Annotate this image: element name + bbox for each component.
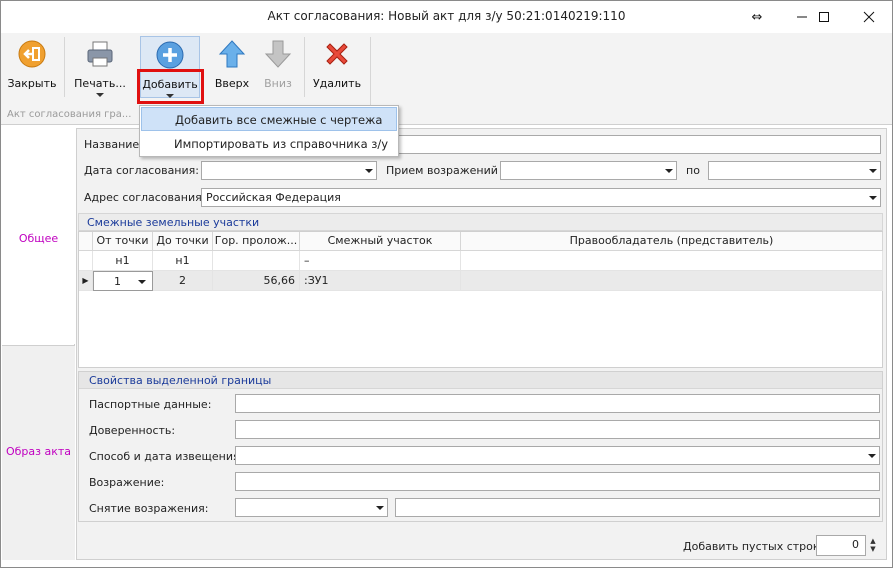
delete-button[interactable]: Удалить xyxy=(309,36,365,98)
cell-length[interactable] xyxy=(213,251,300,271)
maximize-button[interactable] xyxy=(801,1,847,33)
notice-select[interactable] xyxy=(235,446,880,465)
row-selected-arrow-icon: ▶ xyxy=(79,271,93,291)
tab-general[interactable]: Общее xyxy=(2,128,75,344)
passport-label: Паспортные данные: xyxy=(89,398,212,411)
cell-owner[interactable] xyxy=(461,251,883,271)
cell-to[interactable]: 2 xyxy=(153,271,213,291)
border-props-header: Свойства выделенной границы xyxy=(79,372,882,389)
chevron-down-icon xyxy=(376,506,384,510)
cell-from: 1 xyxy=(114,275,121,288)
delete-x-icon xyxy=(326,43,348,65)
spinner-arrows-icon[interactable]: ▲ ▼ xyxy=(867,537,879,555)
name-label: Название: xyxy=(84,138,143,151)
ribbon-separator xyxy=(304,37,305,97)
maximize-icon xyxy=(819,12,829,22)
printer-icon xyxy=(87,41,113,67)
column-header[interactable]: Смежный участок xyxy=(300,232,461,251)
move-up-label: Вверх xyxy=(214,77,250,90)
title-bar: Акт согласования: Новый акт для з/у 50:2… xyxy=(1,1,892,33)
cell-parcel[interactable]: :ЗУ1 xyxy=(300,271,461,291)
arrow-down-icon xyxy=(264,40,292,68)
adjacent-parcels-table: От точки До точки Гор. пролож... Смежный… xyxy=(78,231,883,368)
close-window-button[interactable] xyxy=(846,1,892,33)
chevron-down-icon xyxy=(365,169,373,173)
cell-to[interactable]: н1 xyxy=(153,251,213,271)
row-indicator xyxy=(79,251,93,271)
objection-label: Возражение: xyxy=(89,476,165,489)
notice-label: Способ и дата извещения: xyxy=(89,450,244,463)
tab-act-image-label: Образ акта xyxy=(5,445,72,458)
chevron-down-icon xyxy=(869,169,877,173)
ribbon: Закрыть Печать... Добавить Вверх Вниз Уд… xyxy=(1,33,892,125)
ribbon-separator xyxy=(64,37,65,97)
objections-to-select[interactable] xyxy=(708,161,881,180)
resize-icon[interactable]: ⇔ xyxy=(734,1,780,33)
close-icon xyxy=(863,11,875,23)
passport-input[interactable] xyxy=(235,394,880,413)
dropdown-arrow-icon xyxy=(96,93,104,97)
adjacent-section-header: Смежные земельные участки xyxy=(78,213,883,231)
delete-button-label: Удалить xyxy=(312,77,362,90)
withdraw-select[interactable] xyxy=(235,498,388,517)
power-of-attorney-label: Доверенность: xyxy=(89,424,176,437)
tab-act-image[interactable]: Образ акта xyxy=(2,345,75,560)
column-header[interactable]: Гор. пролож... xyxy=(213,232,300,251)
to-label: по xyxy=(686,164,700,177)
address-label: Адрес согласования: xyxy=(84,191,206,204)
move-down-label: Вниз xyxy=(264,77,292,90)
adjacent-section-title: Смежные земельные участки xyxy=(87,216,260,229)
move-down-button[interactable]: Вниз xyxy=(255,36,301,98)
address-select[interactable]: Российская Федерация xyxy=(201,188,881,207)
print-button[interactable]: Печать... xyxy=(69,36,131,98)
cell-length[interactable]: 56,66 xyxy=(213,271,300,291)
column-header[interactable]: До точки xyxy=(153,232,213,251)
chevron-down-icon xyxy=(665,169,673,173)
column-header[interactable]: Правообладатель (представитель) xyxy=(461,232,883,251)
withdraw-note-input[interactable] xyxy=(395,498,880,517)
date-label: Дата согласования: xyxy=(84,164,199,177)
objections-label: Прием возражений с xyxy=(386,164,508,177)
empty-rows-spinner[interactable]: 0 xyxy=(816,535,866,556)
power-of-attorney-input[interactable] xyxy=(235,420,880,439)
tab-general-label: Общее xyxy=(18,232,59,245)
border-props-title: Свойства выделенной границы xyxy=(89,374,272,387)
chevron-down-icon xyxy=(138,280,146,284)
menu-item-add-all-adjacent[interactable]: Добавить все смежные с чертежа xyxy=(141,107,397,131)
menu-item-import-from-directory[interactable]: Импортировать из справочника з/у xyxy=(141,132,397,156)
cell-from[interactable]: н1 xyxy=(93,251,153,271)
app-window: Акт согласования: Новый акт для з/у 50:2… xyxy=(0,0,893,568)
move-up-button[interactable]: Вверх xyxy=(209,36,255,98)
withdraw-label: Снятие возражения: xyxy=(89,502,209,515)
exit-icon xyxy=(18,40,46,68)
date-select[interactable] xyxy=(201,161,377,180)
empty-rows-value: 0 xyxy=(852,538,859,551)
arrow-up-icon xyxy=(218,40,246,68)
add-dropdown-menu: Добавить все смежные с чертежа Импортиро… xyxy=(139,105,399,157)
address-value: Российская Федерация xyxy=(206,191,341,204)
chevron-down-icon xyxy=(868,454,876,458)
chevron-down-icon xyxy=(869,196,877,200)
objection-input[interactable] xyxy=(235,472,880,491)
print-button-label: Печать... xyxy=(74,77,126,90)
ribbon-group-label: Акт согласования гра... xyxy=(7,109,132,120)
row-indicator-header xyxy=(79,232,93,251)
objections-from-select[interactable] xyxy=(500,161,677,180)
highlight-box xyxy=(137,69,204,104)
cell-from-editor[interactable]: 1 xyxy=(93,271,153,291)
close-button[interactable]: Закрыть xyxy=(5,36,59,98)
close-button-label: Закрыть xyxy=(7,77,57,90)
column-header[interactable]: От точки xyxy=(93,232,153,251)
cell-parcel[interactable]: – xyxy=(300,251,461,271)
empty-rows-label: Добавить пустых строк: xyxy=(683,540,824,553)
add-plus-icon xyxy=(156,41,184,69)
cell-owner[interactable] xyxy=(461,271,883,291)
sidebar-tabs: Общее Образ акта xyxy=(2,128,75,560)
